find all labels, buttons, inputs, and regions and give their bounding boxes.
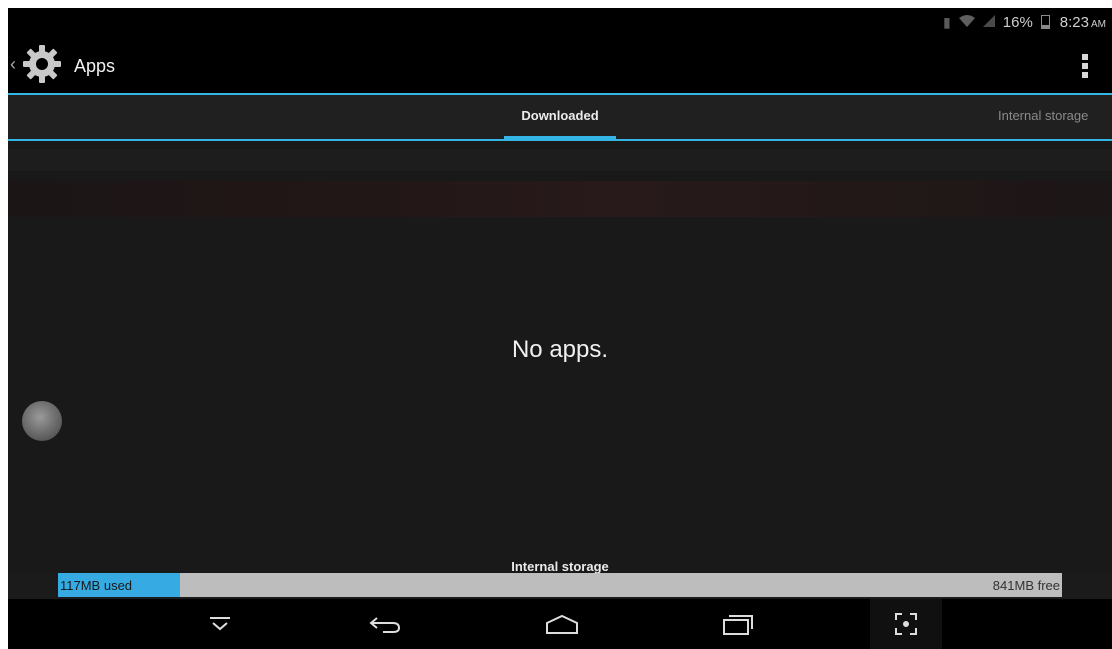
storage-free-text: 841MB free <box>992 578 1060 593</box>
screenshot-button[interactable] <box>870 599 942 649</box>
hide-keyboard-icon <box>210 617 230 631</box>
battery-percent: 16% <box>1002 13 1033 31</box>
clock-ampm: AM <box>1091 18 1106 30</box>
sim-icon: ▮ <box>943 13 951 30</box>
gear-icon <box>23 45 61 83</box>
page-title: Apps <box>74 56 116 76</box>
action-bar: ‹ Apps <box>8 35 1112 95</box>
storage-usage-bar: 117MB used 841MB free <box>58 573 1062 597</box>
empty-list-message: No apps. <box>511 336 609 363</box>
screenshot-icon <box>895 613 917 635</box>
clock: 8:23 AM <box>1060 14 1106 31</box>
chevron-left-icon: ‹ <box>10 54 16 74</box>
app-list-area: No apps. <box>8 141 1112 573</box>
back-icon <box>369 617 401 633</box>
wifi-icon <box>958 14 975 30</box>
signal-icon <box>982 14 995 30</box>
floating-assistive-button[interactable] <box>22 401 62 441</box>
tab-bar: Downloaded Internal storage <box>8 95 1112 141</box>
recent-apps-button[interactable] <box>716 607 760 641</box>
status-bar: ▮ 16% 8:23 AM <box>8 8 1112 35</box>
tab-internal-storage[interactable]: Internal storage <box>998 95 1112 139</box>
storage-used-text: 117MB used <box>60 578 133 593</box>
background-band <box>8 149 1112 171</box>
tab-downloaded[interactable]: Downloaded <box>494 95 626 139</box>
screen: ▮ 16% 8:23 AM ‹ Apps Downloaded Internal… <box>8 8 1112 649</box>
overflow-menu-icon[interactable] <box>1082 54 1088 78</box>
status-icons: ▮ 16% 8:23 AM <box>943 11 1106 33</box>
clock-time: 8:23 <box>1059 13 1089 31</box>
hide-keyboard-button[interactable] <box>198 607 242 641</box>
back-button[interactable] <box>363 607 407 641</box>
background-band-tinted <box>8 181 1112 217</box>
storage-label: Internal storage <box>511 559 609 574</box>
home-button[interactable] <box>540 607 584 641</box>
home-icon <box>546 614 578 634</box>
battery-icon <box>1040 15 1050 29</box>
recent-apps-icon <box>723 615 753 635</box>
navigation-bar <box>8 599 1112 649</box>
